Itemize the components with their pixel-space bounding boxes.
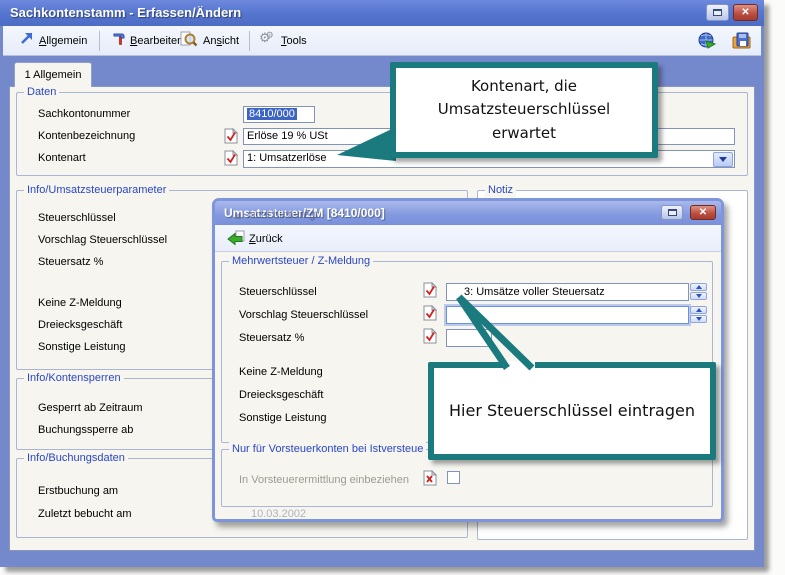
main-titlebar: Sachkontenstamm - Erfassen/Ändern ✕: [0, 0, 764, 26]
zurueck-key: Z: [249, 233, 256, 245]
toolbar-separator: [99, 31, 100, 51]
dialog-label-steuerschluessel: Steuerschlüssel: [239, 286, 317, 298]
save-icon[interactable]: [732, 31, 752, 54]
zurueck-rest: urück: [256, 233, 283, 245]
dialog-titlebar: Umsatzsteuer/ZM [8410/000] ✕: [215, 201, 721, 225]
spin-up-icon[interactable]: [690, 283, 707, 291]
tab-allgemein[interactable]: 1 Allgemein: [14, 62, 92, 87]
steuerschluessel-value: 3: Umsätze voller Steuersatz: [464, 286, 605, 298]
menu-ansicht-pre: An: [203, 35, 216, 47]
dialog-close-button[interactable]: ✕: [690, 205, 716, 220]
window-title: Sachkontenstamm - Erfassen/Ändern: [10, 0, 241, 26]
menu-ansicht[interactable]: Ansicht: [203, 33, 239, 51]
screen: Sachkontenstamm - Erfassen/Ändern ✕ Allg…: [0, 0, 785, 575]
label-kontenart: Kontenart: [38, 152, 86, 164]
close-button[interactable]: ✕: [733, 4, 758, 21]
callout-kontenart-text: Kontenart, die Umsatzsteuerschlüssel erw…: [412, 75, 636, 145]
dialog-label-keine-z-meldung: Keine Z-Meldung: [239, 366, 323, 378]
main-toolbar: Allgemein Bearbeiten Ansicht ⚙⚙ Tools: [3, 26, 761, 56]
label-steuersatz: Steuersatz %: [38, 256, 103, 268]
group-vorsteuer-title: Nur für Vorsteuerkonten bei Istversteue: [229, 442, 426, 456]
label-vorschlag-steuerschluessel: Vorschlag Steuerschlüssel: [38, 234, 167, 246]
dialog-minimize-button[interactable]: [661, 205, 683, 220]
minimize-button[interactable]: [706, 4, 729, 21]
ansicht-magnifier-icon: [180, 31, 198, 50]
dialog-inner: Umsatzsteuer/ZM [8410/000] ✕ Zurück Mehr…: [215, 201, 721, 519]
dialog-title: Umsatzsteuer/ZM [8410/000]: [224, 201, 385, 225]
restore-icon: [668, 209, 677, 216]
steuersatz-input[interactable]: [446, 329, 492, 347]
x-icon: [423, 470, 437, 486]
kontenart-dropdown-button[interactable]: [713, 152, 733, 167]
restore-icon: [713, 9, 722, 16]
group-notiz-title: Notiz: [485, 183, 516, 197]
group-ust-title: Info/Umsatzsteuerparameter: [24, 183, 169, 197]
dialog-label-steuersatz: Steuersatz %: [239, 332, 304, 344]
menu-allgemein[interactable]: Allgemein: [39, 33, 87, 51]
sachkontonummer-value: 8410/000: [247, 108, 297, 120]
umsatzsteuer-dialog: Umsatzsteuer/ZM [8410/000] ✕ Zurück Mehr…: [212, 198, 724, 522]
label-keine-z-meldung: Keine Z-Meldung: [38, 297, 122, 309]
toolbar-separator: [249, 31, 250, 51]
vorsteuerermittlung-checkbox[interactable]: [447, 471, 460, 484]
label-vorsteuerermittlung: In Vorsteuerermittlung einbeziehen: [239, 474, 409, 486]
label-gesperrt-ab: Gesperrt ab Zeitraum: [38, 402, 143, 414]
check-icon: [224, 128, 238, 144]
label-steuerschluessel: Steuerschlüssel: [38, 212, 116, 224]
menu-tools[interactable]: Tools: [281, 33, 307, 51]
spin-down-icon[interactable]: [690, 292, 707, 300]
vorschlag-steuerschluessel-input[interactable]: [446, 306, 689, 324]
sachkontonummer-input[interactable]: 8410/000: [243, 106, 315, 123]
steuerschluessel-spinner[interactable]: [690, 283, 707, 301]
group-mwst-title: Mehrwertsteuer / Z-Meldung: [229, 254, 373, 268]
tools-gears-icon: ⚙⚙: [259, 31, 279, 46]
label-buchungssperre: Buchungssperre ab: [38, 424, 133, 436]
callout-steuerschluessel: Hier Steuerschlüssel eintragen: [428, 362, 716, 460]
allgemein-arrow-icon: [18, 31, 34, 50]
menu-bearbeiten-rest: earbeiten: [137, 35, 183, 47]
dialog-label-sonstige-leistung: Sonstige Leistung: [239, 412, 326, 424]
menu-allgemein-rest: llgemein: [46, 35, 87, 47]
group-daten-title: Daten: [24, 85, 59, 99]
label-erstbuchung: Erstbuchung am: [38, 485, 118, 497]
check-icon: [224, 150, 238, 166]
label-dreiecksgeschaeft: Dreiecksgeschäft: [38, 319, 122, 331]
bearbeiten-hammer-icon: [111, 31, 127, 50]
menu-tools-rest: ools: [287, 35, 307, 47]
check-icon: [423, 282, 437, 298]
zurueck-button[interactable]: Zurück: [249, 231, 283, 249]
dialog-label-vorschlag: Vorschlag Steuerschlüssel: [239, 309, 368, 321]
steuerschluessel-input[interactable]: 3: Umsätze voller Steuersatz: [446, 283, 689, 301]
dialog-toolbar: Zurück: [215, 225, 721, 252]
label-zuletzt-bebucht: Zuletzt bebucht am: [38, 508, 132, 520]
globe-refresh-icon[interactable]: [697, 31, 717, 54]
label-sachkontonummer: Sachkontonummer: [38, 108, 130, 120]
dialog-label-dreiecksgeschaeft: Dreiecksgeschäft: [239, 389, 323, 401]
chevron-down-icon: [719, 157, 727, 162]
group-sperren-title: Info/Kontensperren: [24, 371, 124, 385]
callout-kontenart: Kontenart, die Umsatzsteuerschlüssel erw…: [390, 62, 658, 158]
check-icon: [423, 305, 437, 321]
check-icon: [423, 328, 437, 344]
menu-bearbeiten[interactable]: Bearbeiten: [130, 33, 183, 51]
group-buchung-title: Info/Buchungsdaten: [24, 451, 128, 465]
label-sonstige-leistung: Sonstige Leistung: [38, 341, 125, 353]
vorschlag-spinner[interactable]: [690, 306, 707, 324]
kontenart-value: 1: Umsatzerlöse: [247, 152, 326, 164]
kontenbezeichnung-value: Erlöse 19 % USt: [247, 130, 328, 142]
spin-down-icon[interactable]: [690, 315, 707, 323]
menu-ansicht-rest: icht: [222, 35, 239, 47]
callout-steuerschluessel-text: Hier Steuerschlüssel eintragen: [449, 397, 695, 424]
label-kontenbezeichnung: Kontenbezeichnung: [38, 130, 135, 142]
spin-up-icon[interactable]: [690, 306, 707, 314]
zurueck-arrow-icon: [227, 230, 245, 249]
